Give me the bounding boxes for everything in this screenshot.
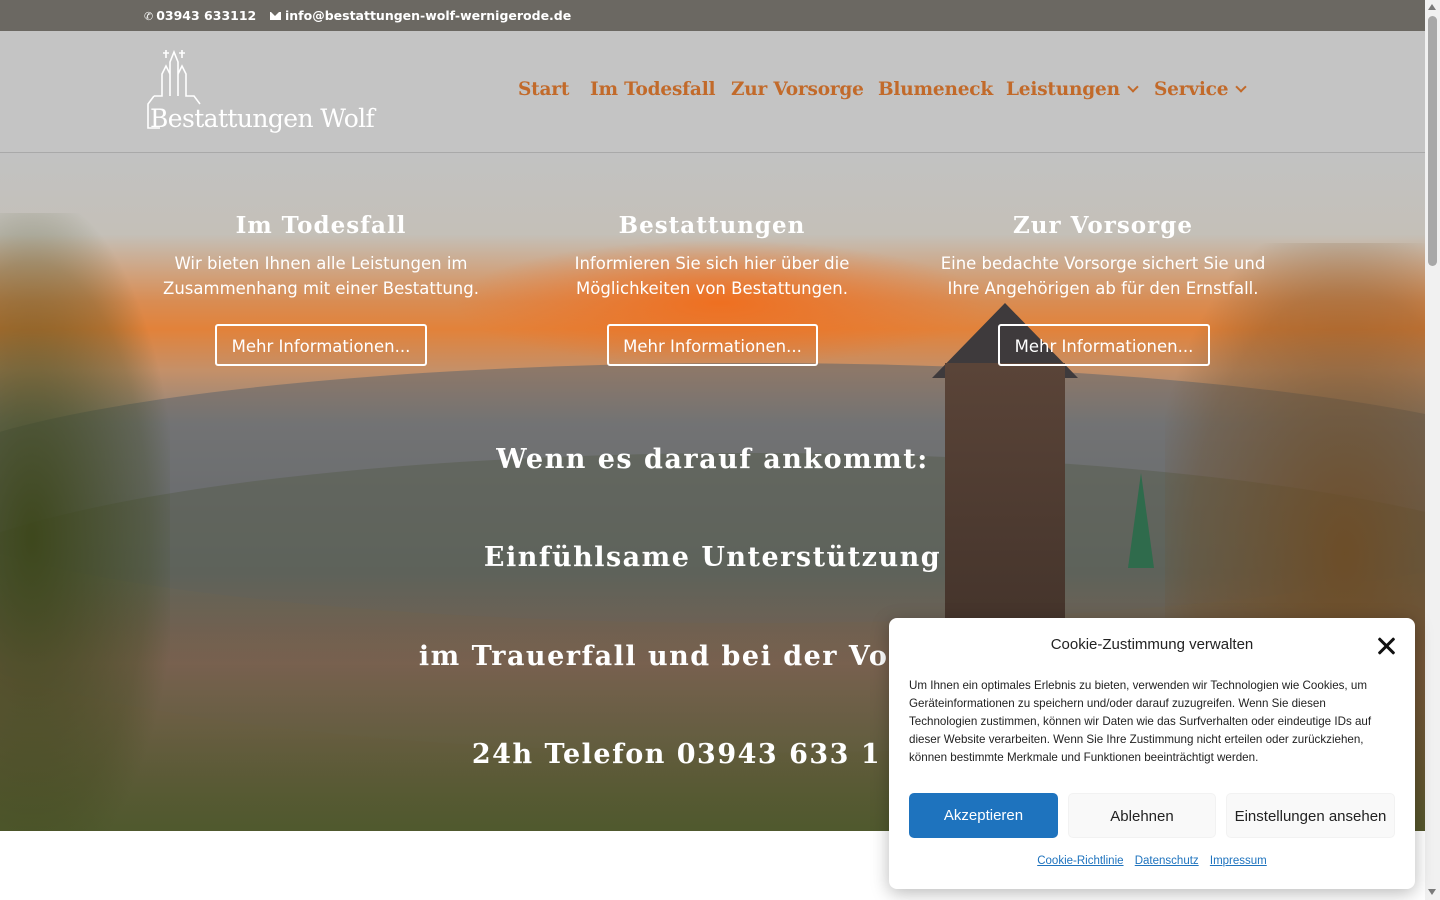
slogan-line-2: Einfühlsame Unterstützung: [483, 542, 942, 573]
feature-text: Informieren Sie sich hier über die Mögli…: [574, 254, 850, 298]
scroll-down-arrow-icon[interactable]: [1428, 889, 1436, 895]
scrollbar-thumb[interactable]: [1428, 16, 1437, 266]
view-preferences-button[interactable]: Einstellungen ansehen: [1226, 793, 1395, 838]
nav-item-leistungen[interactable]: Leistungen: [1006, 79, 1139, 100]
envelope-icon: [270, 12, 281, 20]
feature-text: Wir bieten Ihnen alle Leistungen im Zusa…: [163, 254, 479, 298]
nav-item-blumeneck[interactable]: Blumeneck: [878, 79, 993, 100]
feature-text: Eine bedachte Vorsorge sichert Sie und I…: [940, 254, 1266, 298]
more-info-button-todesfall[interactable]: Mehr Informationen...: [215, 324, 427, 366]
cookie-dialog-title: Cookie-Zustimmung verwalten: [1050, 636, 1254, 653]
page-scrollbar[interactable]: [1425, 0, 1440, 900]
chevron-down-icon: [1235, 81, 1247, 93]
nav-item-leistungen-label: Leistungen: [1006, 79, 1120, 100]
feature-column-todesfall: Im Todesfall Wir bieten Ihnen alle Leist…: [141, 211, 501, 301]
cookie-dialog-links: Cookie-Richtlinie Datenschutz Impressum: [889, 855, 1415, 867]
scroll-up-arrow-icon[interactable]: [1428, 4, 1436, 10]
accept-button[interactable]: Akzeptieren: [909, 793, 1058, 838]
feature-column-bestattungen: Bestattungen Informieren Sie sich hier ü…: [532, 211, 892, 301]
privacy-link[interactable]: Datenschutz: [1135, 855, 1199, 867]
nav-item-im-todesfall[interactable]: Im Todesfall: [590, 79, 716, 100]
deny-button[interactable]: Ablehnen: [1068, 793, 1216, 838]
slogan-line-1: Wenn es darauf ankommt:: [496, 444, 929, 475]
close-icon[interactable]: [1376, 636, 1396, 656]
cookie-dialog-message: Um Ihnen ein optimales Erlebnis zu biete…: [909, 679, 1372, 764]
more-info-button-bestattungen[interactable]: Mehr Informationen...: [607, 324, 818, 366]
feature-title: Bestattungen: [618, 212, 806, 239]
nav-item-zur-vorsorge[interactable]: Zur Vorsorge: [731, 79, 864, 100]
more-info-button-vorsorge[interactable]: Mehr Informationen...: [998, 324, 1210, 366]
email-link[interactable]: info@bestattungen-wolf-wernigerode.de: [270, 8, 571, 23]
top-info-bar: ✆ 03943 633112 info@bestattungen-wolf-wer…: [0, 0, 1425, 31]
feature-title: Im Todesfall: [235, 212, 407, 239]
feature-title: Zur Vorsorge: [1013, 212, 1193, 239]
email-address: info@bestattungen-wolf-wernigerode.de: [285, 8, 572, 23]
cookie-consent-dialog: Cookie-Zustimmung verwalten Um Ihnen ein…: [889, 618, 1415, 889]
feature-column-vorsorge: Zur Vorsorge Eine bedachte Vorsorge sich…: [923, 211, 1283, 301]
nav-item-service-label: Service: [1154, 79, 1229, 100]
site-logo[interactable]: Bestattungen Wolf: [144, 48, 375, 136]
nav-item-service[interactable]: Service: [1154, 79, 1247, 100]
logo-wordmark: Bestattungen Wolf: [150, 104, 375, 133]
cookie-policy-link[interactable]: Cookie-Richtlinie: [1037, 855, 1123, 867]
imprint-link[interactable]: Impressum: [1210, 855, 1267, 867]
site-header: Bestattungen Wolf Start Im Todesfall Zur…: [0, 31, 1425, 153]
nav-item-start[interactable]: Start: [518, 79, 569, 100]
phone-icon: ✆: [144, 10, 154, 23]
phone-link[interactable]: ✆ 03943 633112: [144, 8, 256, 23]
phone-number: 03943 633112: [156, 8, 257, 23]
chevron-down-icon: [1127, 81, 1139, 93]
